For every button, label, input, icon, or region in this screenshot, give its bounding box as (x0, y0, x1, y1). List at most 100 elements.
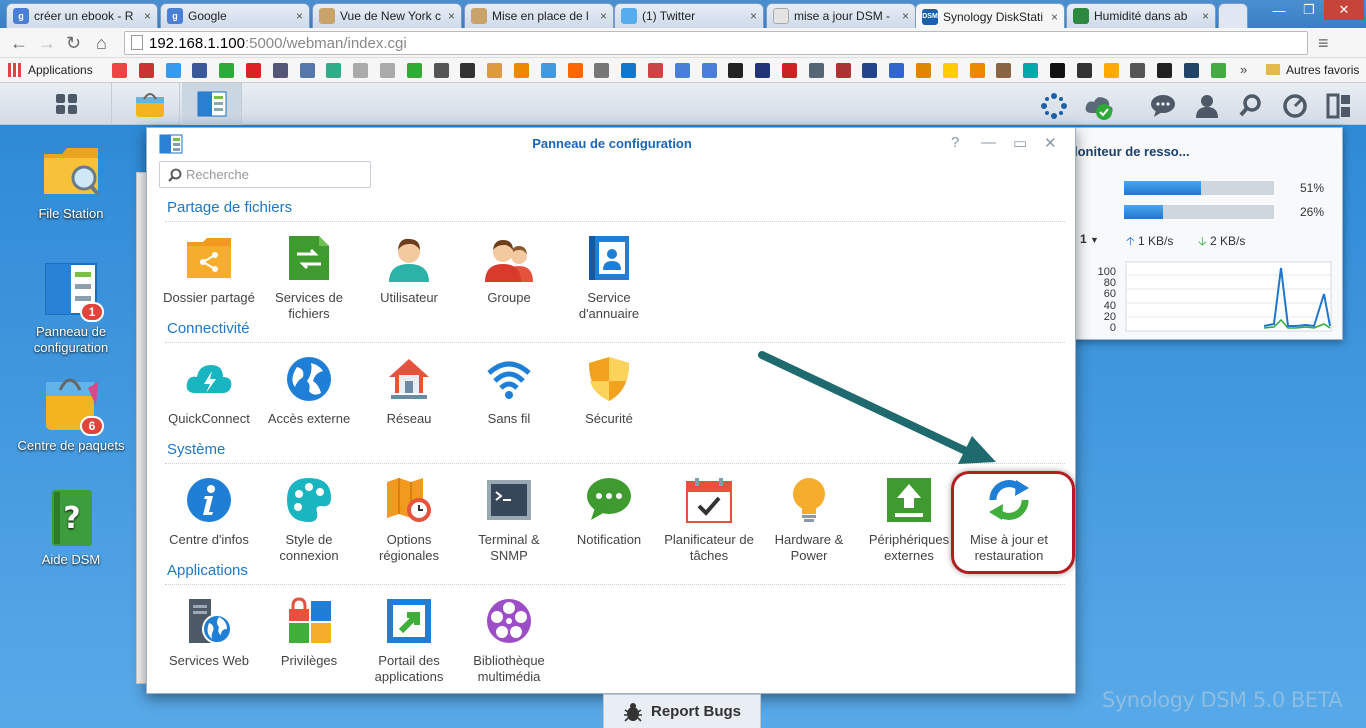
bookmark-favicon-icon[interactable] (1130, 63, 1146, 78)
bookmark-favicon-icon[interactable] (621, 63, 637, 78)
item-web-services[interactable]: Services Web (159, 597, 259, 669)
item-application-portal[interactable]: Portail des applications (359, 597, 459, 685)
bookmark-favicon-icon[interactable] (648, 63, 663, 78)
item-shared-folder[interactable]: Dossier partagé (159, 234, 259, 306)
bookmark-favicon-icon[interactable] (889, 63, 905, 78)
item-external-access[interactable]: Accès externe (259, 355, 359, 427)
minimize-icon[interactable]: — (981, 134, 996, 151)
item-media-library[interactable]: Bibliothèque multimédia (459, 597, 559, 685)
close-icon[interactable]: × (600, 9, 607, 23)
desktop-package-center[interactable]: 6 Centre de paquets (16, 376, 126, 454)
close-icon[interactable]: × (1051, 10, 1058, 24)
bookmark-favicon-icon[interactable] (138, 63, 154, 78)
close-icon[interactable]: × (750, 9, 757, 23)
item-file-services[interactable]: Services de fichiers (259, 234, 359, 322)
tab-6[interactable]: DSM Synology DiskStati × (915, 3, 1065, 29)
item-hardware-power[interactable]: Hardware & Power (759, 476, 859, 564)
bookmark-favicon-icon[interactable] (112, 63, 127, 78)
desktop-control-panel[interactable]: 1 Panneau de configuration (16, 262, 126, 356)
item-terminal-snmp[interactable]: Terminal & SNMP (459, 476, 559, 564)
taskbar-control-panel[interactable] (182, 83, 242, 125)
bookmark-favicon-icon[interactable] (996, 63, 1012, 78)
item-login-style[interactable]: Style de connexion (259, 476, 359, 564)
bookmark-favicon-icon[interactable] (728, 63, 744, 78)
tab-4[interactable]: (1) Twitter × (614, 3, 764, 28)
maximize-icon[interactable]: ❐ (1294, 0, 1324, 20)
back-icon[interactable]: ← (10, 33, 28, 54)
main-menu-button[interactable] (22, 83, 112, 125)
close-icon[interactable]: ✕ (1044, 134, 1057, 152)
bookmark-favicon-icon[interactable] (969, 63, 985, 78)
report-bugs-button[interactable]: Report Bugs (603, 694, 761, 728)
item-network[interactable]: Réseau (359, 355, 459, 427)
tab-5[interactable]: mise a jour DSM - × (766, 3, 916, 28)
bookmark-favicon-icon[interactable] (1103, 63, 1119, 78)
bookmark-favicon-icon[interactable] (353, 63, 369, 78)
maximize-icon[interactable]: ▭ (1013, 134, 1027, 152)
bookmark-favicon-icon[interactable] (1023, 63, 1039, 78)
apps-grid-icon[interactable] (8, 63, 22, 77)
bookmark-favicon-icon[interactable] (942, 63, 958, 78)
bookmark-favicon-icon[interactable] (1184, 63, 1199, 78)
item-wireless[interactable]: Sans fil (459, 355, 559, 427)
bookmark-apps[interactable]: Applications (28, 63, 93, 77)
tab-2[interactable]: Vue de New York c × (312, 3, 462, 28)
bookmark-favicon-icon[interactable] (808, 63, 824, 78)
search-icon[interactable] (1238, 93, 1262, 117)
bookmark-favicon-icon[interactable] (1050, 63, 1065, 78)
bookmark-favicon-icon[interactable] (594, 63, 610, 78)
resource-monitor-icon[interactable] (1282, 93, 1307, 118)
bookmark-favicon-icon[interactable] (487, 63, 503, 78)
minimize-icon[interactable]: — (1264, 0, 1294, 20)
bookmark-favicon-icon[interactable] (862, 63, 878, 78)
bookmark-favicon-icon[interactable] (219, 63, 235, 78)
bookmarks-more[interactable]: » (1240, 62, 1247, 77)
close-icon[interactable]: × (902, 9, 909, 23)
item-security[interactable]: Sécurité (559, 355, 659, 427)
item-privileges[interactable]: Privilèges (259, 597, 359, 669)
tab-7[interactable]: Humidité dans ab × (1066, 3, 1216, 28)
tab-3[interactable]: Mise en place de l × (464, 3, 614, 28)
item-quickconnect[interactable]: QuickConnect (159, 355, 259, 427)
menu-icon[interactable]: ≡ (1318, 33, 1329, 54)
desktop-file-station[interactable]: File Station (16, 144, 126, 222)
item-info-center[interactable]: Centre d'infos (159, 476, 259, 548)
bookmark-favicon-icon[interactable] (165, 63, 181, 78)
close-window-icon[interactable]: ✕ (1324, 0, 1364, 20)
bookmark-favicon-icon[interactable] (326, 63, 342, 78)
bookmark-other[interactable]: Autres favoris (1286, 63, 1359, 77)
bookmark-favicon-icon[interactable] (916, 63, 931, 78)
bookmark-favicon-icon[interactable] (272, 63, 288, 78)
close-icon[interactable]: × (1202, 9, 1209, 23)
network-select[interactable]: 1 ▼ (1080, 232, 1099, 246)
close-icon[interactable]: × (448, 9, 455, 23)
bookmark-favicon-icon[interactable] (567, 63, 583, 78)
forward-icon[interactable]: → (38, 33, 56, 54)
taskbar-package-center[interactable] (120, 83, 180, 125)
bookmark-favicon-icon[interactable] (380, 63, 395, 78)
home-icon[interactable]: ⌂ (96, 33, 107, 54)
bookmark-favicon-icon[interactable] (460, 63, 476, 78)
item-user[interactable]: Utilisateur (359, 234, 459, 306)
item-external-devices[interactable]: Périphériques externes (859, 476, 959, 564)
help-icon[interactable]: ? (951, 134, 959, 151)
reload-icon[interactable]: ↻ (66, 33, 81, 54)
user-icon[interactable] (1194, 93, 1218, 118)
item-task-scheduler[interactable]: Planificateur de tâches (659, 476, 759, 564)
bookmark-favicon-icon[interactable] (674, 63, 690, 78)
desktop-dsm-help[interactable]: ? Aide DSM (16, 490, 126, 568)
widgets-icon[interactable] (1326, 93, 1350, 119)
bookmark-favicon-icon[interactable] (1157, 63, 1173, 78)
bookmark-favicon-icon[interactable] (782, 63, 797, 78)
bookmark-favicon-icon[interactable] (299, 63, 315, 78)
bookmark-favicon-icon[interactable] (514, 63, 529, 78)
bookmark-favicon-icon[interactable] (192, 63, 208, 78)
address-bar[interactable]: 192.168.1.100:5000/webman/index.cgi (124, 31, 1308, 55)
tab-1[interactable]: g Google × (160, 3, 310, 28)
bookmark-favicon-icon[interactable] (1076, 63, 1092, 78)
bookmark-favicon-icon[interactable] (755, 63, 771, 78)
network-status-icon[interactable] (1041, 93, 1067, 119)
tab-0[interactable]: g créer un ebook - R × (6, 3, 158, 28)
item-notification[interactable]: Notification (559, 476, 659, 548)
item-directory-service[interactable]: Service d'annuaire (559, 234, 659, 322)
